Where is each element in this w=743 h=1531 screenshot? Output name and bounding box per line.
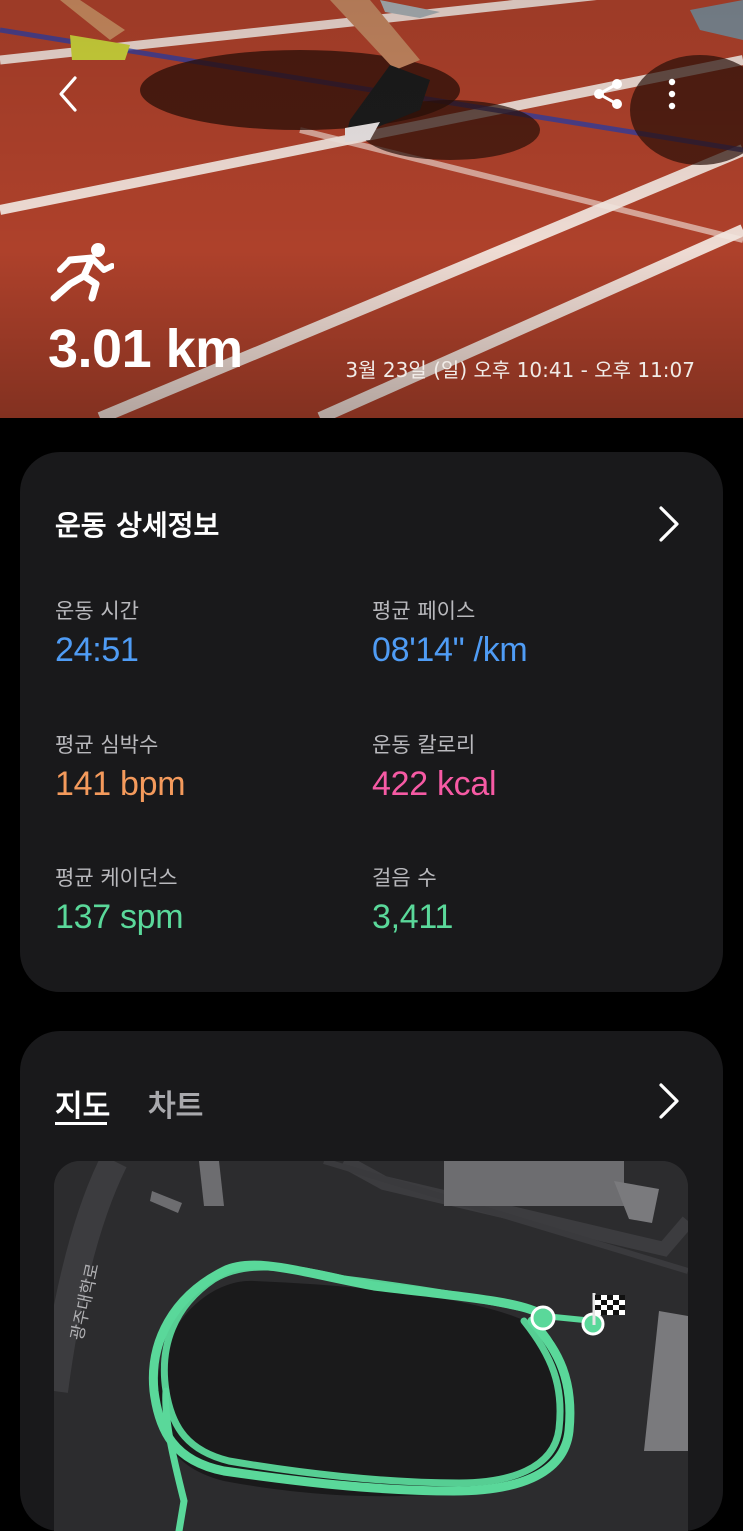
share-button[interactable]	[584, 70, 632, 118]
stat-avg-heart-rate: 평균 심박수 141 bpm	[55, 729, 186, 804]
stat-label: 평균 심박수	[55, 733, 159, 757]
stat-value: 141 bpm	[55, 765, 186, 803]
stat-value: 422 kcal	[372, 765, 497, 803]
chevron-left-icon	[59, 76, 77, 112]
workout-datetime: 3월 23일 (일) 오후 10:41 - 오후 11:07	[345, 358, 695, 382]
distance-value: 3.01 km	[48, 319, 243, 379]
tab-selected-indicator	[55, 1122, 107, 1125]
stat-value: 3,411	[372, 898, 454, 936]
map-chart-card: 지도 차트 광주대학로	[20, 1031, 723, 1531]
more-vertical-icon	[668, 78, 676, 110]
hero-banner: 3.01 km 3월 23일 (일) 오후 10:41 - 오후 11:07	[0, 0, 743, 418]
stat-steps: 걸음 수 3,411	[372, 862, 453, 937]
chevron-right-icon[interactable]	[653, 1081, 683, 1121]
running-icon	[50, 243, 114, 302]
details-title: 운동 상세정보	[55, 509, 220, 542]
stat-label: 운동 시간	[55, 599, 139, 623]
stat-value: 08'14" /km	[372, 631, 528, 669]
share-icon	[594, 79, 622, 109]
stat-avg-cadence: 평균 케이던스 137 spm	[55, 862, 184, 937]
stat-label: 평균 페이스	[372, 599, 476, 623]
stat-calories: 운동 칼로리 422 kcal	[372, 729, 497, 804]
more-options-button[interactable]	[648, 70, 696, 118]
stat-avg-pace: 평균 페이스 08'14" /km	[372, 595, 528, 670]
stat-value: 24:51	[55, 631, 139, 669]
checkered-flag-icon	[592, 1293, 625, 1325]
tab-chart[interactable]: 차트	[148, 1081, 203, 1125]
back-button[interactable]	[44, 70, 92, 118]
tab-map[interactable]: 지도	[55, 1081, 110, 1125]
stat-value: 137 spm	[55, 898, 184, 936]
route-map[interactable]: 광주대학로	[54, 1161, 688, 1531]
chevron-right-icon[interactable]	[653, 504, 683, 544]
workout-details-card[interactable]: 운동 상세정보 운동 시간 24:51 평균 페이스 08'14" /km 평균…	[20, 452, 723, 992]
route-start-marker	[530, 1305, 556, 1331]
stat-label: 걸음 수	[372, 866, 437, 890]
stat-workout-time: 운동 시간 24:51	[55, 595, 139, 670]
stat-label: 평균 케이던스	[55, 866, 178, 890]
workout-route	[148, 1260, 605, 1531]
stat-label: 운동 칼로리	[372, 733, 476, 757]
